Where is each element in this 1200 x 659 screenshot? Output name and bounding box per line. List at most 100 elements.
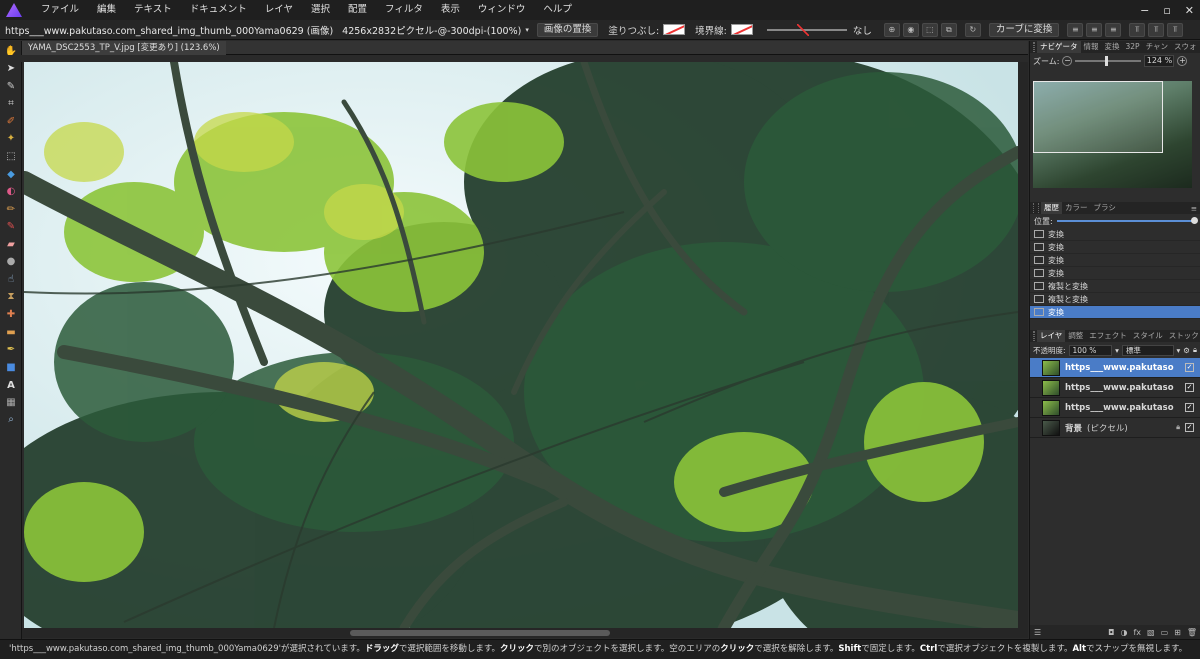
- tab-brushes[interactable]: ブラシ: [1091, 202, 1119, 214]
- color-picker-icon[interactable]: ✎: [3, 78, 19, 94]
- stroke-swatch[interactable]: [730, 24, 753, 35]
- lock-icon[interactable]: 🔒︎: [1176, 423, 1180, 432]
- gear-icon[interactable]: ⚙: [1183, 346, 1190, 355]
- stroke-width-slider[interactable]: [766, 23, 847, 36]
- align-middle-icon[interactable]: ⫪: [1148, 22, 1165, 37]
- align-left-icon[interactable]: ≡: [1067, 22, 1084, 37]
- zoom-icon[interactable]: ⌕: [3, 411, 19, 427]
- tab-history[interactable]: 履歴: [1041, 202, 1062, 214]
- layer-visibility-checkbox[interactable]: ✓: [1185, 383, 1194, 392]
- menu-view[interactable]: 表示: [432, 0, 469, 20]
- history-item[interactable]: 変換: [1030, 267, 1200, 280]
- menu-layer[interactable]: レイヤ: [256, 0, 302, 20]
- opacity-field[interactable]: 100 %: [1068, 344, 1113, 356]
- menu-file[interactable]: ファイル: [32, 0, 88, 20]
- minimize-icon[interactable]: −: [1140, 4, 1149, 17]
- trash-icon[interactable]: 🗑︎: [1187, 628, 1197, 637]
- flood-fill-icon[interactable]: ◆: [3, 166, 19, 182]
- layer-row[interactable]: https___www.pakutaso ✓: [1030, 398, 1200, 418]
- blemish-icon[interactable]: ✚: [3, 306, 19, 322]
- layer-row-background[interactable]: 背景 (ピクセル) 🔒︎ ✓: [1030, 418, 1200, 438]
- panel-grip-icon[interactable]: [1033, 203, 1039, 213]
- pen-icon[interactable]: ✒: [3, 341, 19, 357]
- history-item[interactable]: 変換: [1030, 241, 1200, 254]
- marquee-icon[interactable]: ⬚: [3, 148, 19, 164]
- align-top-icon[interactable]: ⫪: [1129, 22, 1146, 37]
- pixel-layer-icon[interactable]: ▧: [1147, 628, 1155, 637]
- menu-text[interactable]: テキスト: [125, 0, 181, 20]
- navigator-view-rect[interactable]: [1033, 81, 1163, 153]
- layer-visibility-checkbox[interactable]: ✓: [1185, 423, 1194, 432]
- tab-navigator[interactable]: ナビゲータ: [1037, 41, 1081, 53]
- add-layer-icon[interactable]: ⊞: [1174, 628, 1181, 637]
- zoom-slider[interactable]: [1075, 56, 1142, 66]
- erase-brush-icon[interactable]: ▰: [3, 236, 19, 252]
- tab-effects[interactable]: エフェクト: [1086, 330, 1130, 342]
- history-item-selected[interactable]: 変換: [1030, 306, 1200, 319]
- artistic-text-icon[interactable]: A: [3, 377, 19, 393]
- flood-select-icon[interactable]: ✦: [3, 130, 19, 146]
- mesh-warp-icon[interactable]: ▦: [3, 394, 19, 410]
- replace-image-button[interactable]: 画像の置換: [536, 22, 599, 37]
- menu-filters[interactable]: フィルタ: [376, 0, 432, 20]
- menu-select[interactable]: 選択: [302, 0, 339, 20]
- fill-swatch[interactable]: [663, 24, 686, 35]
- history-position-slider[interactable]: [1056, 217, 1199, 224]
- tab-layers[interactable]: レイヤ: [1037, 330, 1066, 342]
- crop-icon[interactable]: ⌗: [3, 95, 19, 111]
- zoom-slider-knob[interactable]: [1104, 56, 1108, 66]
- menu-edit[interactable]: 編集: [88, 0, 125, 20]
- tab-swatches[interactable]: スウォ: [1171, 41, 1200, 53]
- arrange-icon[interactable]: ⧉: [940, 22, 957, 37]
- group-icon[interactable]: ▭: [1161, 628, 1169, 637]
- chevron-down-icon[interactable]: ▾: [525, 26, 529, 34]
- menu-arrange[interactable]: 配置: [339, 0, 376, 20]
- panel-grip-icon[interactable]: [1033, 331, 1035, 341]
- vertical-scrollbar[interactable]: [1018, 62, 1028, 628]
- zoom-in-icon[interactable]: +: [1177, 56, 1188, 66]
- menu-window[interactable]: ウィンドウ: [469, 0, 535, 20]
- mask-icon[interactable]: ◘: [1108, 628, 1114, 637]
- paint-brush-icon[interactable]: ✏: [3, 201, 19, 217]
- tab-32p[interactable]: 32P: [1123, 41, 1143, 53]
- tab-transform[interactable]: 変換: [1102, 41, 1123, 53]
- chevron-down-icon[interactable]: ▾: [1177, 346, 1181, 355]
- patch-icon[interactable]: ▬: [3, 324, 19, 340]
- stack-icon[interactable]: ☰: [1030, 628, 1041, 637]
- tab-styles[interactable]: スタイル: [1130, 330, 1166, 342]
- photo-canvas[interactable]: [24, 62, 1018, 628]
- dodge-icon[interactable]: ●: [3, 253, 19, 269]
- horizontal-scrollbar[interactable]: [22, 628, 1028, 638]
- snapping-icon[interactable]: ⊕: [883, 22, 900, 37]
- layer-visibility-checkbox[interactable]: ✓: [1185, 403, 1194, 412]
- layer-visibility-checkbox[interactable]: ✓: [1185, 363, 1194, 372]
- restore-icon[interactable]: ▫: [1163, 4, 1170, 17]
- layer-row[interactable]: https___www.pakutaso ✓: [1030, 378, 1200, 398]
- align-right-icon[interactable]: ≡: [1105, 22, 1122, 37]
- clone-icon[interactable]: ⧗: [3, 288, 19, 304]
- convert-to-curves-button[interactable]: カーブに変換: [988, 22, 1060, 37]
- tab-stock[interactable]: ストック: [1166, 330, 1200, 342]
- align-bottom-icon[interactable]: ⫪: [1167, 22, 1184, 37]
- align-center-icon[interactable]: ≡: [1086, 22, 1103, 37]
- smudge-icon[interactable]: ☝: [3, 271, 19, 287]
- zoom-out-icon[interactable]: −: [1062, 56, 1073, 66]
- selection-brush-icon[interactable]: ✐: [3, 113, 19, 129]
- panel-grip-icon[interactable]: [1033, 42, 1035, 52]
- rectangle-icon[interactable]: ■: [3, 359, 19, 375]
- close-icon[interactable]: ✕: [1185, 4, 1194, 17]
- lock-icon[interactable]: 🔒︎: [1193, 345, 1197, 355]
- menu-document[interactable]: ドキュメント: [181, 0, 256, 20]
- tab-channels[interactable]: チャン: [1143, 41, 1171, 53]
- adjustment-icon[interactable]: ◑: [1120, 628, 1127, 637]
- tab-info[interactable]: 情報: [1081, 41, 1102, 53]
- document-info[interactable]: 4256x2832ピクセル-@-300dpi-(100%): [337, 23, 525, 37]
- history-item[interactable]: 複製と変換: [1030, 293, 1200, 306]
- document-tab[interactable]: YAMA_DSC2553_TP_V.jpg [変更あり] (123.6%): [22, 41, 226, 55]
- zoom-value-field[interactable]: 124 %: [1144, 55, 1175, 67]
- color-replace-icon[interactable]: ✎: [3, 218, 19, 234]
- history-item[interactable]: 変換: [1030, 254, 1200, 267]
- rotate-icon[interactable]: ↻: [964, 22, 981, 37]
- move-icon[interactable]: ➤: [3, 60, 19, 76]
- menu-help[interactable]: ヘルプ: [534, 0, 581, 20]
